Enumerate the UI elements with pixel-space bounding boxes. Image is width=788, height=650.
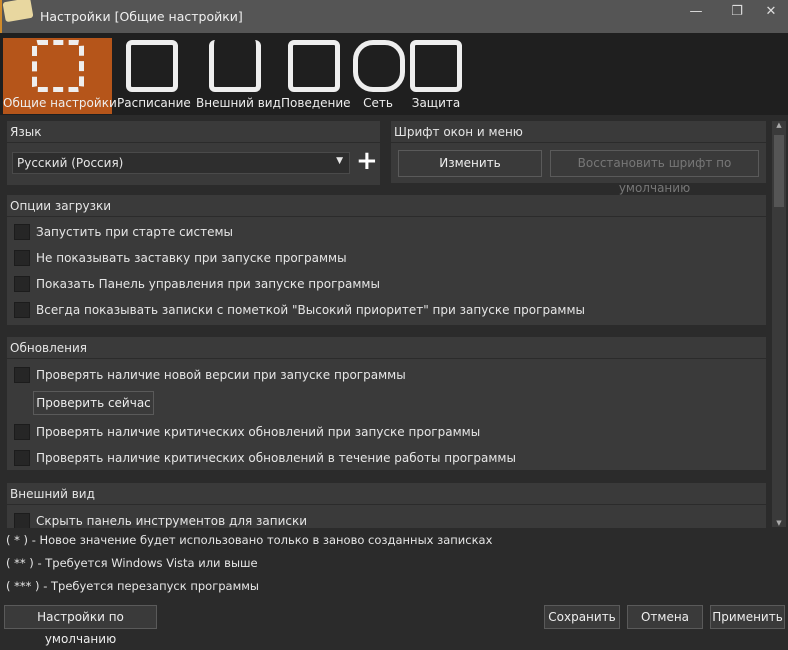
tab-appearance[interactable]: Внешний вид <box>196 38 281 114</box>
tab-label: Поведение <box>281 96 351 110</box>
minimize-button[interactable]: — <box>683 4 709 24</box>
cancel-button[interactable]: Отмена <box>627 605 703 629</box>
safe-icon <box>410 40 462 92</box>
language-panel: Язык Русский (Россия) ▼ + <box>7 121 380 185</box>
window-title: Настройки [Общие настройки] <box>40 9 243 24</box>
option-label: Запустить при старте системы <box>36 225 233 239</box>
check-new-version[interactable]: Проверять наличие новой версии при запус… <box>7 362 766 388</box>
startup-option[interactable]: Не показывать заставку при запуске прогр… <box>7 245 766 271</box>
option-label: Не показывать заставку при запуске прогр… <box>36 251 347 265</box>
check-critical-run[interactable]: Проверять наличие критических обновлений… <box>7 445 516 471</box>
appearance-panel: Внешний вид Скрыть панель инструментов д… <box>7 483 766 528</box>
tab-schedule[interactable]: Расписание <box>117 38 191 114</box>
tab-label: Расписание <box>117 96 191 110</box>
defaults-button[interactable]: Настройки по умолчанию <box>4 605 157 646</box>
monitor-user-icon <box>288 40 340 92</box>
note: ( * ) - Новое значение будет использован… <box>6 533 493 547</box>
tools-icon <box>31 40 84 92</box>
save-button[interactable]: Сохранить <box>544 605 620 629</box>
check-critical-start[interactable]: Проверять наличие критических обновлений… <box>7 419 480 445</box>
tab-label: Внешний вид <box>196 96 281 110</box>
option-label: Всегда показывать записки с пометкой "Вы… <box>36 303 585 317</box>
network-users-icon <box>353 40 405 92</box>
tab-general[interactable]: Общие настройки <box>3 38 117 114</box>
checkbox[interactable] <box>14 513 30 528</box>
maximize-button[interactable]: ❐ <box>724 4 750 24</box>
close-button[interactable]: ✕ <box>758 4 784 24</box>
language-select[interactable]: Русский (Россия) ▼ <box>12 152 350 174</box>
brush-cup-icon <box>209 40 261 92</box>
add-language-button[interactable]: + <box>356 146 378 176</box>
chevron-down-icon: ▼ <box>336 156 343 166</box>
note: ( *** ) - Требуется перезапуск программы <box>6 579 260 593</box>
checkbox[interactable] <box>14 424 30 440</box>
startup-option[interactable]: Всегда показывать записки с пометкой "Вы… <box>7 297 766 323</box>
updates-panel: Обновления Проверять наличие новой верси… <box>7 337 766 470</box>
tab-network[interactable]: Сеть <box>353 38 405 114</box>
option-label: Показать Панель управления при запуске п… <box>36 277 380 291</box>
option-label: Проверять наличие критических обновлений… <box>36 451 516 465</box>
language-header: Язык <box>7 121 380 143</box>
restore-font-button[interactable]: Восстановить шрифт по умолчанию <box>550 150 759 195</box>
font-panel: Шрифт окон и меню Изменить Восстановить … <box>391 121 766 195</box>
checkbox[interactable] <box>14 276 30 292</box>
checkbox[interactable] <box>14 250 30 266</box>
startup-panel: Опции загрузки Запустить при старте сист… <box>7 195 766 325</box>
checkbox[interactable] <box>14 224 30 240</box>
note: ( ** ) - Требуется Windows Vista или выш… <box>6 556 258 570</box>
checkbox[interactable] <box>14 367 30 383</box>
tab-behavior[interactable]: Поведение <box>281 38 351 114</box>
checkbox[interactable] <box>14 450 30 466</box>
option-label: Проверять наличие новой версии при запус… <box>36 368 406 382</box>
scroll-thumb[interactable] <box>774 135 784 207</box>
scroll-down-icon[interactable]: ▼ <box>772 519 786 527</box>
scroll-up-icon[interactable]: ▲ <box>772 121 786 133</box>
startup-option[interactable]: Показать Панель управления при запуске п… <box>7 271 766 297</box>
calendar-clock-icon <box>126 40 178 92</box>
appearance-header: Внешний вид <box>7 483 766 505</box>
tab-label: Общие настройки <box>3 96 117 110</box>
hide-toolbar-option[interactable]: Скрыть панель инструментов для записки <box>7 508 766 528</box>
option-label: Скрыть панель инструментов для записки <box>36 514 308 528</box>
startup-header: Опции загрузки <box>7 195 766 217</box>
scrollbar[interactable]: ▲ ▼ <box>772 121 786 527</box>
startup-option[interactable]: Запустить при старте системы <box>7 219 766 245</box>
checkbox[interactable] <box>14 302 30 318</box>
tab-label: Защита <box>411 96 461 110</box>
change-font-button[interactable]: Изменить <box>398 150 542 177</box>
check-now-button[interactable]: Проверить сейчас <box>33 391 154 415</box>
updates-header: Обновления <box>7 337 766 359</box>
apply-button[interactable]: Применить <box>710 605 785 629</box>
tab-security[interactable]: Защита <box>410 38 462 114</box>
option-label: Проверять наличие критических обновлений… <box>36 425 481 439</box>
font-header: Шрифт окон и меню <box>391 121 766 143</box>
tab-label: Сеть <box>363 96 393 110</box>
language-value: Русский (Россия) <box>17 156 124 170</box>
